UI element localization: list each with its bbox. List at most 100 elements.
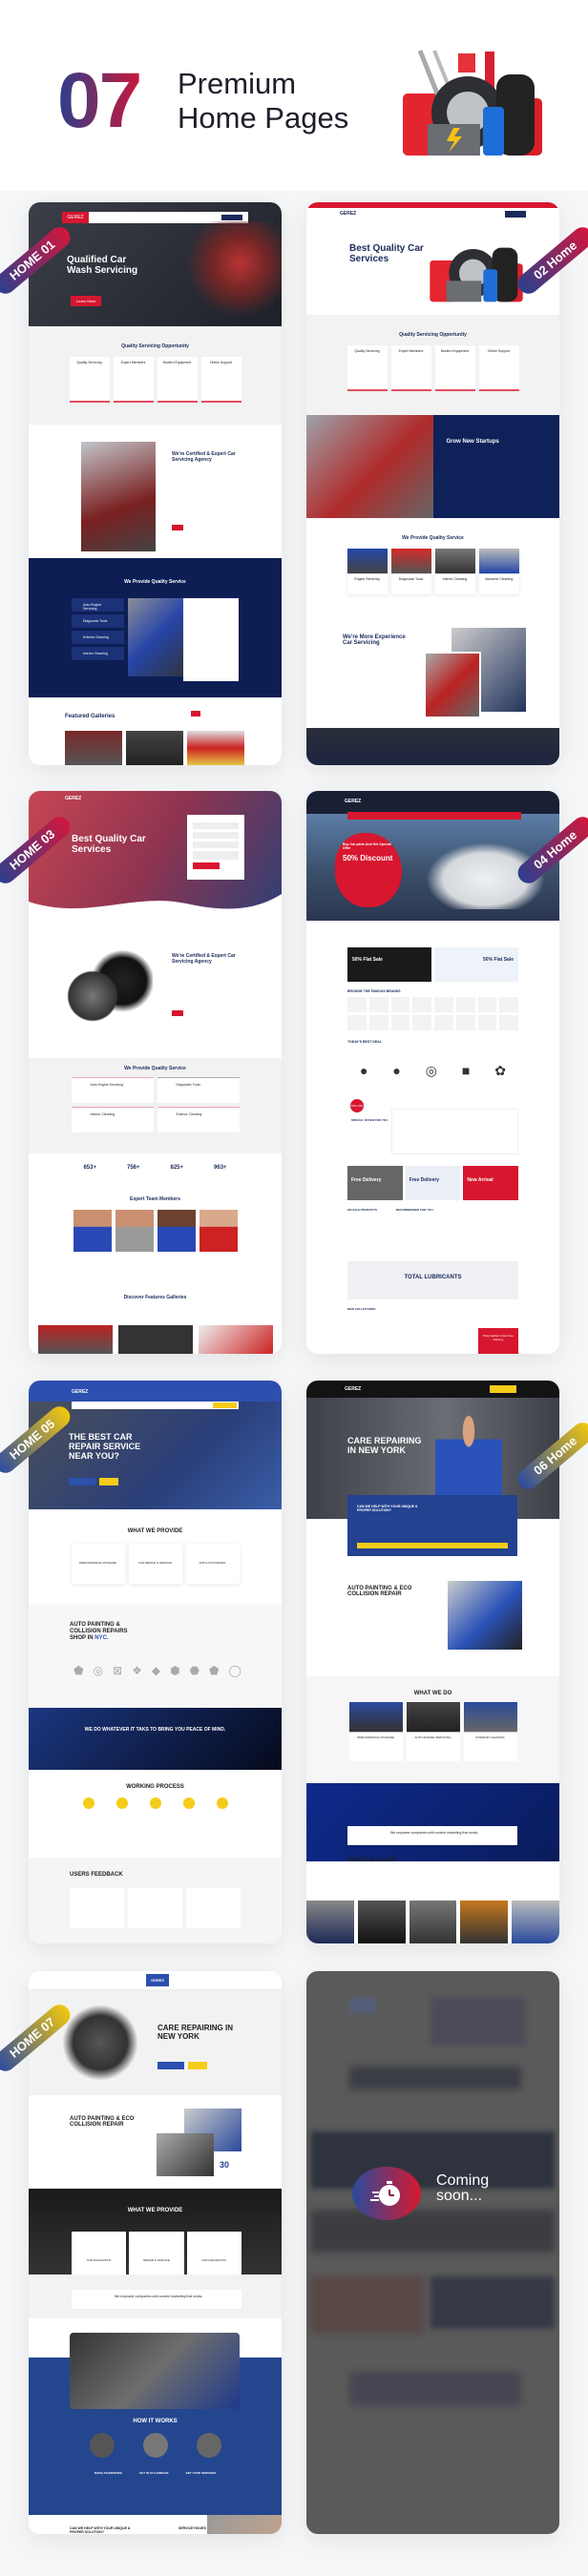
quality-card[interactable]: Exterior Cleaning — [157, 1107, 240, 1132]
brand-logo[interactable] — [499, 997, 518, 1012]
home-05-preview[interactable]: GEREZ THE BEST CAR REPAIR SERVICE NEAR Y… — [29, 1381, 282, 1943]
quality-card[interactable]: Engine Servicing — [346, 549, 388, 594]
home-01-preview[interactable]: GEREZ Qualified Car Wash Servicing Learn… — [29, 202, 282, 765]
home02-logo[interactable]: GEREZ — [340, 211, 356, 217]
quality-item[interactable]: Exterior Cleaning — [72, 631, 124, 644]
gallery-image[interactable] — [512, 1901, 559, 1943]
quality-card[interactable]: Diagnostic Tools — [390, 549, 431, 594]
brand-logo[interactable] — [499, 1015, 518, 1030]
home06-header-button[interactable] — [490, 1385, 516, 1393]
service-card[interactable]: Online Support — [478, 345, 519, 391]
quality-item[interactable]: Auto Engine Servicing — [72, 598, 124, 612]
form-field[interactable] — [193, 832, 239, 839]
home03-about-button[interactable] — [172, 1010, 183, 1016]
product-thumb[interactable]: ● — [360, 1063, 368, 1078]
team-member-photo[interactable] — [199, 1210, 238, 1252]
home-06-preview[interactable]: GEREZ CARE REPAIRING IN NEW YORK CAN WE … — [306, 1381, 559, 1943]
gallery-image[interactable] — [409, 1901, 457, 1943]
form-select[interactable] — [193, 851, 239, 860]
brand-logo[interactable] — [434, 1015, 453, 1030]
home04-logo[interactable]: GEREZ — [345, 799, 361, 804]
arrival-banner[interactable]: New Arrival — [463, 1166, 519, 1200]
provide-card[interactable]: CAR DIAGNOSTIC — [186, 2232, 242, 2275]
provide-card[interactable]: REPAIR & SERVICE — [129, 2232, 184, 2275]
quality-card[interactable]: Interior Cleaning — [434, 549, 475, 594]
product-thumb[interactable]: ■ — [462, 1063, 470, 1078]
team-member-photo[interactable] — [157, 1210, 196, 1252]
home07-book-button[interactable] — [158, 2062, 184, 2069]
product-thumb[interactable]: ● — [392, 1063, 400, 1078]
gallery-image[interactable] — [306, 1901, 354, 1943]
provide-card[interactable]: CAR DIAGNOSTIC — [72, 2232, 127, 2275]
brand-logo[interactable] — [434, 997, 453, 1012]
team-member-photo[interactable] — [73, 1210, 112, 1252]
shop-earlier-banner[interactable]: Shop Earlier & Get Free Delivery — [478, 1328, 518, 1354]
home02-nav-button[interactable] — [505, 210, 526, 218]
brand-logo[interactable] — [390, 997, 410, 1012]
brand-logo[interactable] — [368, 997, 388, 1012]
home07-logo[interactable]: GEREZ — [146, 1974, 169, 1986]
home01-hero-button[interactable]: Learn More — [71, 296, 102, 306]
home07-contact-button[interactable] — [188, 2062, 207, 2069]
form-submit-button[interactable] — [357, 1543, 508, 1548]
brand-logo[interactable] — [390, 1015, 410, 1030]
home01-logo[interactable]: GEREZ — [62, 212, 89, 223]
brand-logo[interactable] — [347, 1015, 367, 1030]
home06-logo[interactable]: GEREZ — [345, 1386, 361, 1392]
home05-nav[interactable] — [72, 1402, 239, 1409]
brand-logo[interactable] — [368, 1015, 388, 1030]
brand-logo[interactable] — [477, 1015, 497, 1030]
home05-book-button[interactable] — [69, 1478, 95, 1485]
lubricants-banner[interactable]: TOTAL LUBRICANTS — [347, 1261, 518, 1299]
home05-contact-button[interactable] — [99, 1478, 118, 1485]
delivery-banner[interactable]: Free Delivery — [405, 1166, 461, 1200]
experience-video-image[interactable] — [424, 652, 481, 718]
promo-banner[interactable]: 50% Flat Sale — [434, 947, 518, 982]
promo-banner[interactable]: 50% Flat Sale — [347, 947, 431, 982]
service-card[interactable]: Quality Servicing — [346, 345, 388, 391]
gallery-image[interactable] — [460, 1901, 509, 1943]
home-03-preview[interactable]: GEREZ Best Quality Car Services We're Ce… — [29, 791, 282, 1354]
team-member-photo[interactable] — [115, 1210, 154, 1252]
engine-video-image[interactable] — [70, 2333, 240, 2409]
service-card[interactable]: PERFORMANCE UPGRADE — [348, 1702, 403, 1761]
home05-nav-button[interactable] — [213, 1402, 237, 1408]
home-07-preview[interactable]: GEREZ CARE REPAIRING IN NEW YORK AUTO PA… — [29, 1971, 282, 2534]
quality-card[interactable]: Vacuume Cleaning — [478, 549, 519, 594]
form-field[interactable] — [193, 841, 239, 848]
product-thumb[interactable]: ✿ — [494, 1063, 506, 1079]
offer-products[interactable] — [391, 1109, 518, 1154]
service-card[interactable]: Quality Servicing — [69, 357, 110, 403]
quality-item[interactable]: Interior Cleaning — [72, 647, 124, 660]
provide-card[interactable]: ANTI-LOCK REPAIR — [186, 1544, 240, 1584]
product-thumb[interactable]: ◎ — [426, 1063, 437, 1079]
quality-card[interactable]: Diagnostic Tools — [157, 1077, 240, 1103]
service-card[interactable]: AUTO ENGINE SERVICING — [406, 1702, 460, 1761]
quality-card[interactable]: Interior Cleaning — [71, 1107, 154, 1132]
provide-card[interactable]: PERFORMANCE UPGRADE — [72, 1544, 125, 1584]
service-card[interactable]: Modern Equipment — [434, 345, 475, 391]
brand-logo[interactable] — [477, 997, 497, 1012]
home03-logo[interactable]: GEREZ — [65, 796, 81, 801]
provide-card[interactable]: CAR REPAIR & SERVICE — [129, 1544, 182, 1584]
quality-item[interactable]: Diagnostic Tools — [72, 614, 124, 628]
brand-logo[interactable] — [412, 997, 431, 1012]
form-submit-button[interactable] — [193, 862, 220, 869]
service-card[interactable]: Modern Equipment — [157, 357, 198, 403]
brand-logo[interactable] — [347, 997, 367, 1012]
home04-nav-bar[interactable] — [347, 812, 521, 820]
gallery-filter-all[interactable] — [191, 711, 200, 717]
service-card[interactable]: Online Support — [200, 357, 242, 403]
service-card[interactable]: INTERIOR CLEANING — [463, 1702, 517, 1761]
quality-card[interactable]: Auto Engine Servicing — [71, 1077, 154, 1103]
home05-logo[interactable]: GEREZ — [72, 1389, 88, 1395]
brand-logo[interactable] — [455, 1015, 475, 1030]
home01-nav-button[interactable] — [221, 215, 242, 220]
form-field[interactable] — [193, 822, 239, 829]
brand-logo[interactable] — [455, 997, 475, 1012]
home01-about-button[interactable] — [172, 525, 183, 530]
delivery-banner[interactable]: Free Delivery — [347, 1166, 403, 1200]
service-card[interactable]: Expert Members — [113, 357, 154, 403]
gallery-image[interactable] — [357, 1901, 406, 1943]
service-card[interactable]: Expert Members — [390, 345, 431, 391]
